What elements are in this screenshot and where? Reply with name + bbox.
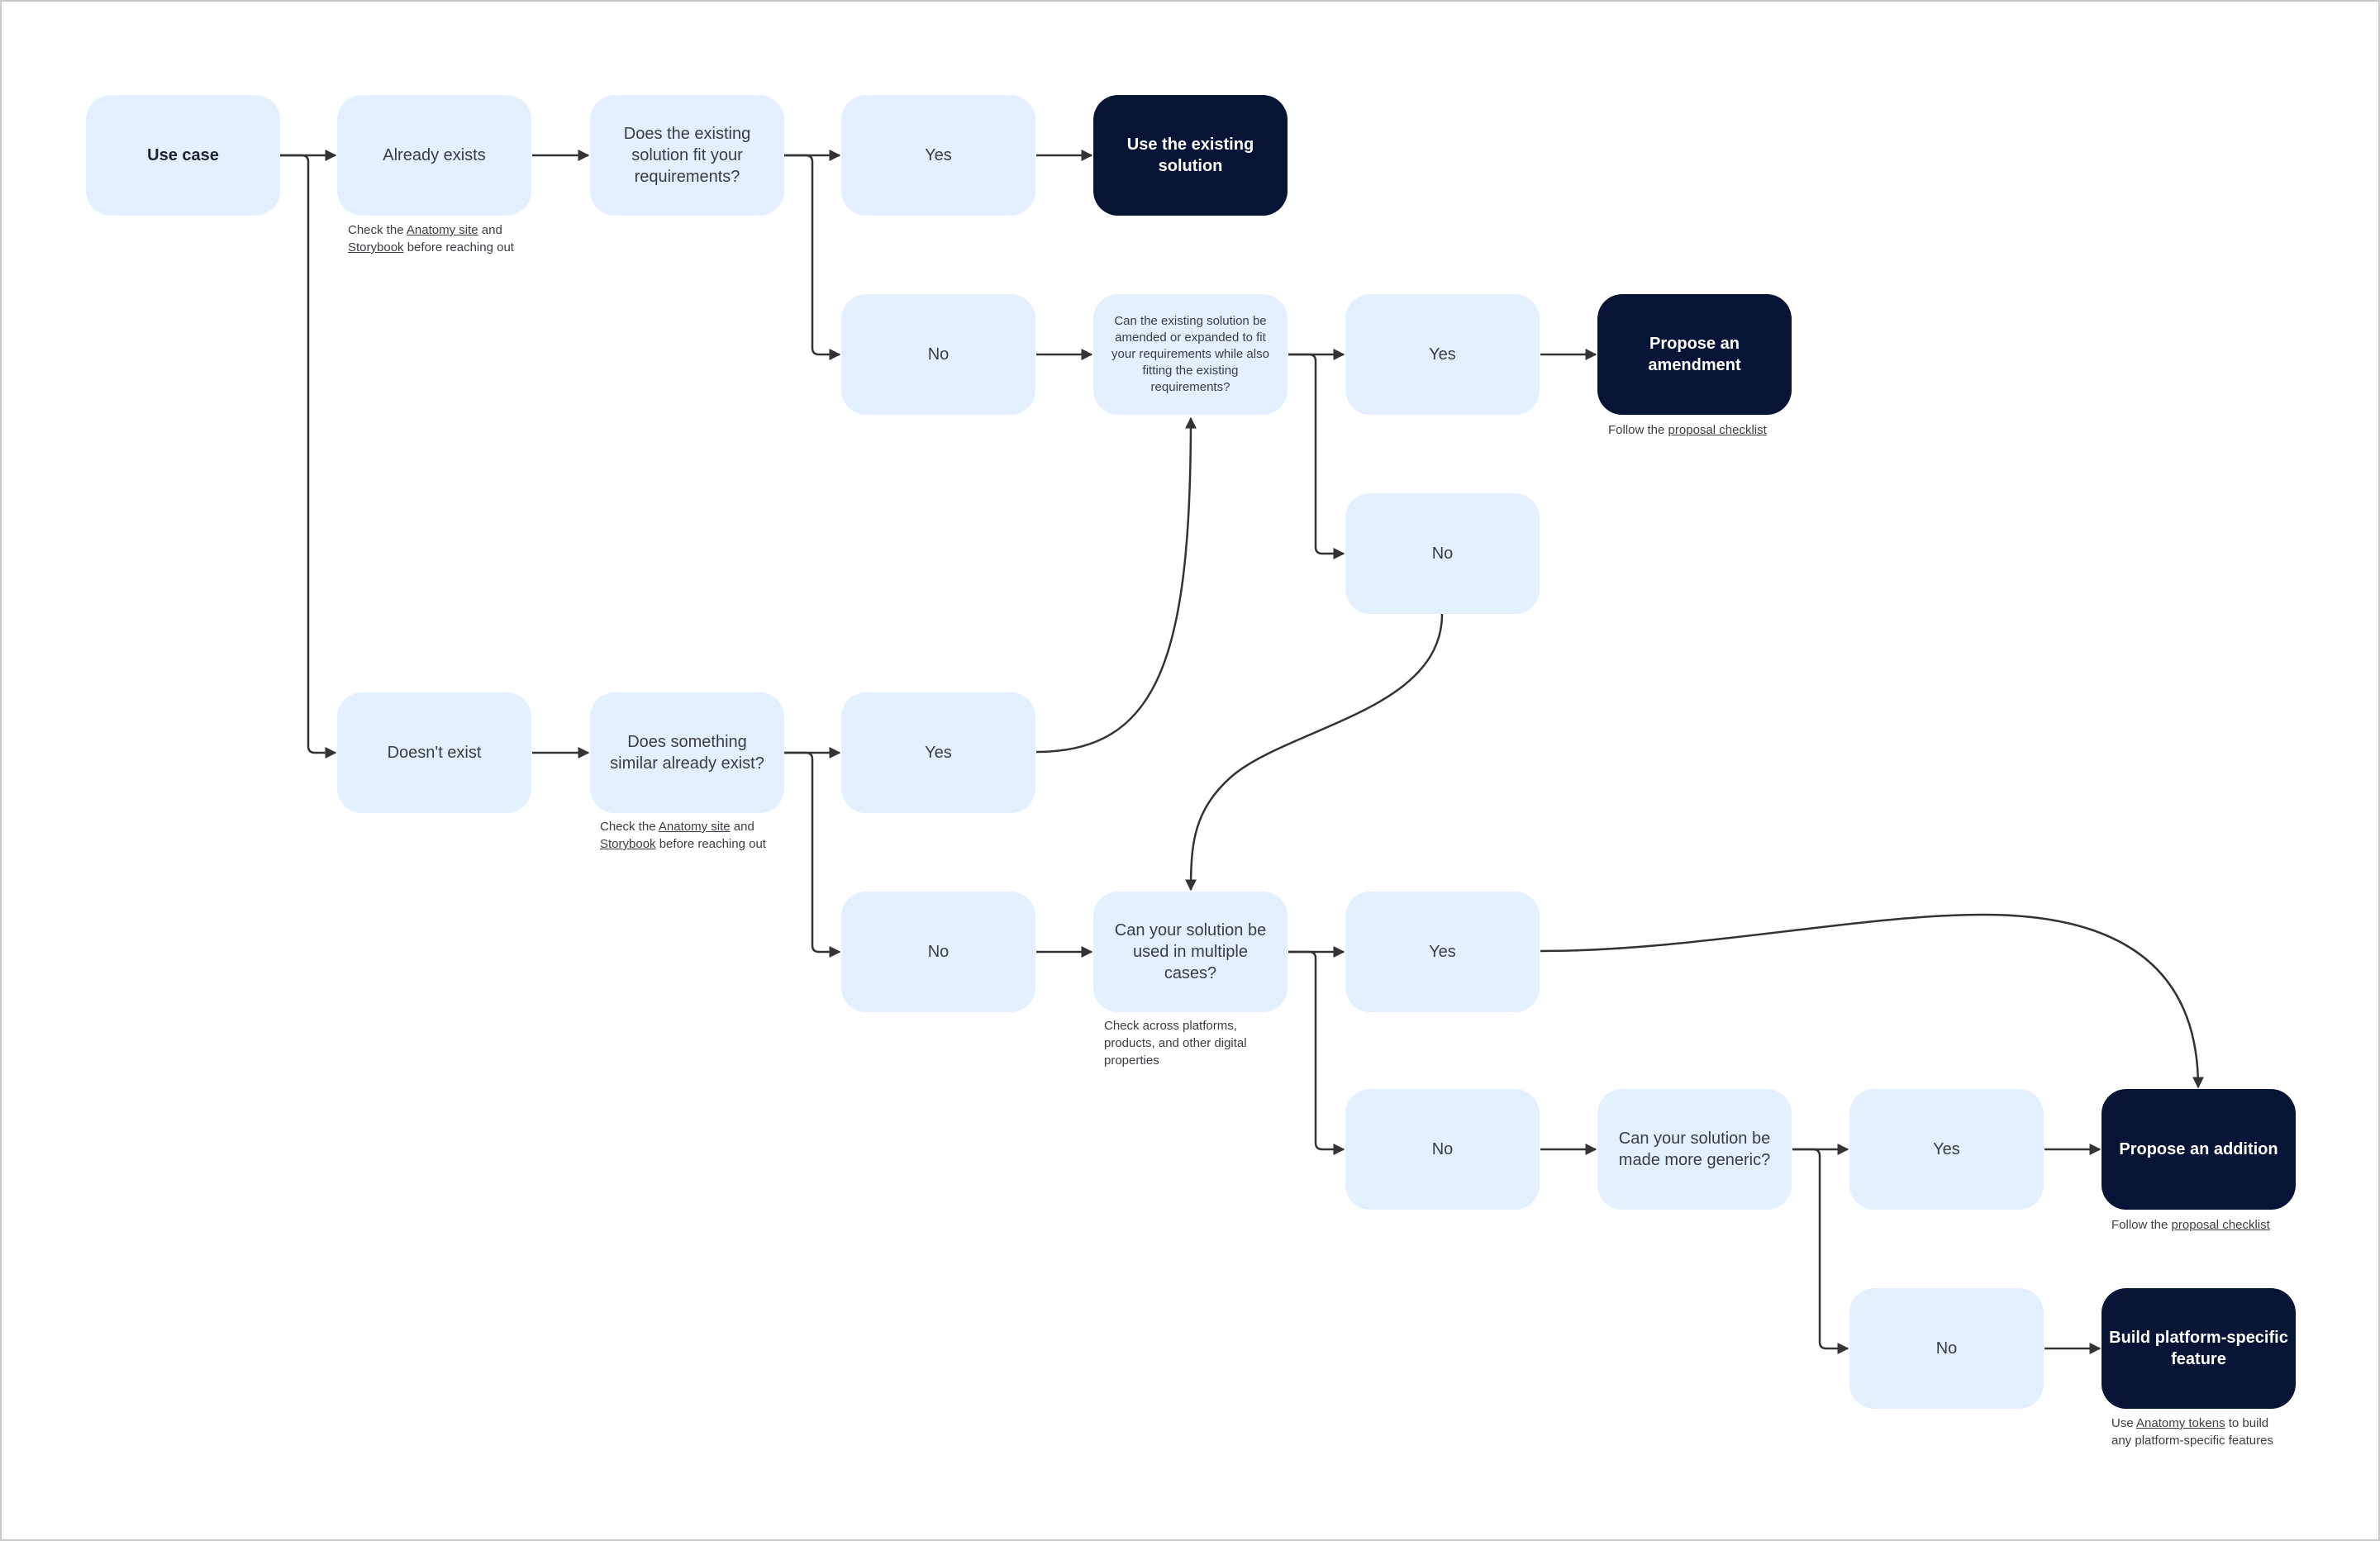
note-line: properties: [1104, 1053, 1159, 1068]
node-label: Can the existing solution be amended or …: [1111, 314, 1269, 394]
node-label: Does the existing solution fit your requ…: [623, 125, 751, 186]
edge-multiple-yes-to-propose-addition: [1540, 913, 2204, 1089]
note-text: and: [478, 223, 502, 237]
anatomy-tokens-link[interactable]: Anatomy tokens: [2136, 1416, 2225, 1430]
node-fit-no[interactable]: No: [841, 294, 1035, 415]
node-label: Use case: [147, 146, 219, 164]
node-doesnt-exist[interactable]: Doesn't exist: [337, 692, 531, 813]
node-label: Yes: [1933, 1140, 1960, 1158]
node-propose-addition[interactable]: Propose an addition: [2102, 1089, 2296, 1210]
node-label: No: [1431, 1140, 1454, 1158]
node-label: Propose an addition: [2119, 1140, 2278, 1158]
edge-multiple-question-to-no: [1288, 950, 1345, 1155]
node-amend-question[interactable]: Can the existing solution be amended or …: [1093, 294, 1288, 415]
edge-generic-question-to-no: [1792, 1148, 1849, 1354]
node-label: No: [1935, 1339, 1958, 1358]
node-similar-question[interactable]: Does something similar already exist?: [590, 692, 784, 813]
node-label: Doesn't exist: [387, 744, 482, 762]
edge-similar-question-to-no: [784, 751, 841, 958]
note-text: Check the: [348, 223, 407, 237]
node-generic-question[interactable]: Can your solution be made more generic?: [1597, 1089, 1792, 1210]
note-text: Follow the: [2111, 1218, 2172, 1232]
edge-amend-question-to-no: [1288, 353, 1345, 559]
node-label: Already exists: [383, 146, 486, 164]
note-text: Use: [2111, 1416, 2137, 1430]
node-label: Yes: [925, 744, 952, 762]
node-amend-no[interactable]: No: [1345, 493, 1540, 614]
note-multiple-cases: Check across platforms, products, and ot…: [1104, 1017, 1247, 1069]
edge-similar-yes-to-amend-question: [1035, 416, 1197, 754]
node-label: No: [927, 943, 950, 961]
note-text: Check the: [600, 820, 659, 834]
node-label: Does something similar already exist?: [610, 733, 764, 773]
node-label: No: [1431, 545, 1454, 563]
node-generic-no[interactable]: No: [1849, 1288, 2044, 1409]
storybook-link[interactable]: Storybook: [348, 240, 404, 254]
node-multiple-cases-question[interactable]: Can your solution be used in multiple ca…: [1093, 892, 1288, 1012]
node-use-case[interactable]: Use case: [86, 95, 280, 216]
node-similar-yes[interactable]: Yes: [841, 692, 1035, 813]
note-text: to build: [2225, 1416, 2269, 1430]
node-similar-no[interactable]: No: [841, 892, 1035, 1012]
edge-use-case-to-doesnt-exist: [280, 154, 337, 759]
node-multiple-no[interactable]: No: [1345, 1089, 1540, 1210]
note-text: before reaching out: [655, 837, 766, 851]
note-already-exists: Check the Anatomy site and Storybook bef…: [348, 221, 514, 256]
note-text: and: [730, 820, 754, 834]
node-label: Use the existing solution: [1126, 136, 1254, 175]
anatomy-site-link[interactable]: Anatomy site: [407, 223, 478, 237]
edge-amend-no-to-multiple-cases-question: [1185, 613, 1444, 892]
node-label: Can your solution be made more generic?: [1618, 1130, 1771, 1169]
edge-fit-question-to-no: [784, 154, 841, 360]
node-label: Propose an amendment: [1648, 335, 1741, 374]
note-propose-addition: Follow the proposal checklist: [2111, 1216, 2270, 1234]
node-label: No: [927, 345, 950, 364]
note-propose-amendment: Follow the proposal checklist: [1608, 421, 1767, 439]
storybook-link[interactable]: Storybook: [600, 837, 656, 851]
proposal-checklist-link[interactable]: proposal checklist: [2172, 1218, 2270, 1232]
node-use-existing-solution[interactable]: Use the existing solution: [1093, 95, 1288, 216]
node-fit-yes[interactable]: Yes: [841, 95, 1035, 216]
node-label: Yes: [925, 146, 952, 164]
node-amend-yes[interactable]: Yes: [1345, 294, 1540, 415]
node-label: Build platform-specific feature: [2109, 1329, 2288, 1368]
node-generic-yes[interactable]: Yes: [1849, 1089, 2044, 1210]
node-fit-requirements-question[interactable]: Does the existing solution fit your requ…: [590, 95, 784, 216]
node-propose-amendment[interactable]: Propose an amendment: [1597, 294, 1792, 415]
node-label: Can your solution be used in multiple ca…: [1114, 921, 1267, 982]
note-text: Follow the: [1608, 423, 1668, 437]
proposal-checklist-link[interactable]: proposal checklist: [1668, 423, 1767, 437]
note-similar-question: Check the Anatomy site and Storybook bef…: [600, 818, 766, 853]
node-label: Yes: [1429, 943, 1456, 961]
note-line: products, and other digital: [1104, 1036, 1247, 1050]
node-build-platform-feature[interactable]: Build platform-specific feature: [2102, 1288, 2296, 1409]
note-line: Check across platforms,: [1104, 1019, 1237, 1033]
node-already-exists[interactable]: Already exists: [337, 95, 531, 216]
anatomy-site-link[interactable]: Anatomy site: [659, 820, 731, 834]
note-text: before reaching out: [403, 240, 514, 254]
node-label: Yes: [1429, 345, 1456, 364]
note-build-platform: Use Anatomy tokens to build any platform…: [2111, 1415, 2273, 1449]
note-line: any platform-specific features: [2111, 1434, 2273, 1448]
node-multiple-yes[interactable]: Yes: [1345, 892, 1540, 1012]
